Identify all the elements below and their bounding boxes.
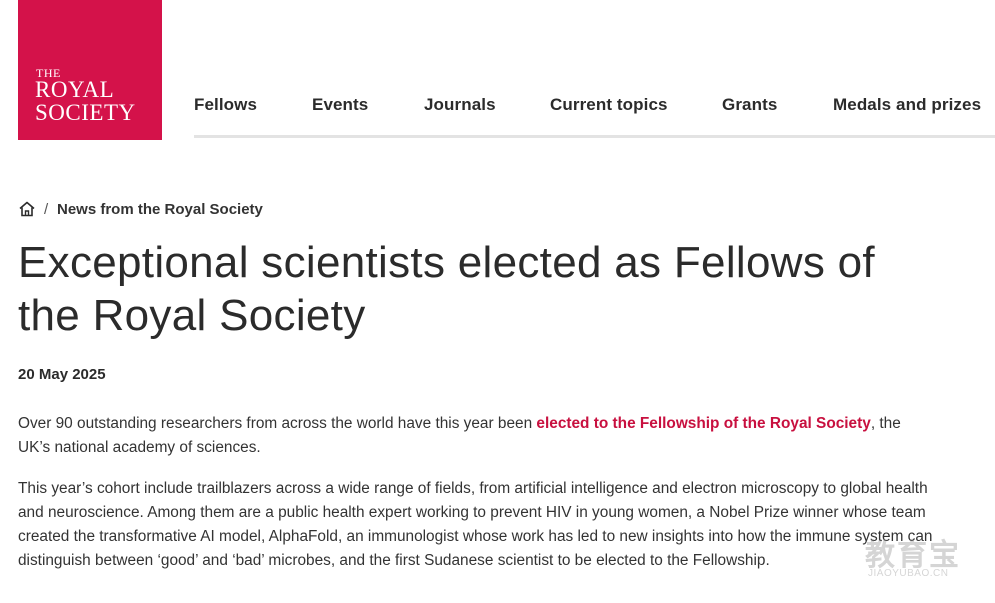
logo-society: SOCIETY: [35, 100, 136, 125]
watermark: 教育宝 JIAOYUBAO.CN: [860, 530, 980, 590]
breadcrumb-separator: /: [44, 201, 49, 218]
intro-paragraph: Over 90 outstanding researchers from acr…: [18, 412, 936, 460]
home-icon[interactable]: [18, 200, 36, 218]
fellowship-link[interactable]: elected to the Fellowship of the Royal S…: [536, 415, 870, 432]
article-date: 20 May 2025: [18, 366, 106, 383]
intro-text-before: Over 90 outstanding researchers from acr…: [18, 415, 537, 432]
main-nav: Fellows Events Journals Current topics G…: [194, 94, 995, 138]
nav-grants[interactable]: Grants: [722, 95, 777, 115]
watermark-en: JIAOYUBAO.CN: [868, 568, 949, 579]
royal-society-logo[interactable]: THE ROYAL SOCIETY: [18, 0, 162, 140]
breadcrumb-current[interactable]: News from the Royal Society: [57, 201, 263, 218]
nav-current-topics[interactable]: Current topics: [550, 95, 668, 115]
nav-journals[interactable]: Journals: [424, 95, 496, 115]
nav-events[interactable]: Events: [312, 95, 368, 115]
nav-fellows[interactable]: Fellows: [194, 95, 257, 115]
logo-royal: ROYAL: [35, 77, 115, 102]
page-title: Exceptional scientists elected as Fellow…: [18, 238, 875, 340]
cohort-paragraph: This year’s cohort include trailblazers …: [18, 480, 933, 569]
nav-medals-and-prizes[interactable]: Medals and prizes: [833, 95, 981, 115]
